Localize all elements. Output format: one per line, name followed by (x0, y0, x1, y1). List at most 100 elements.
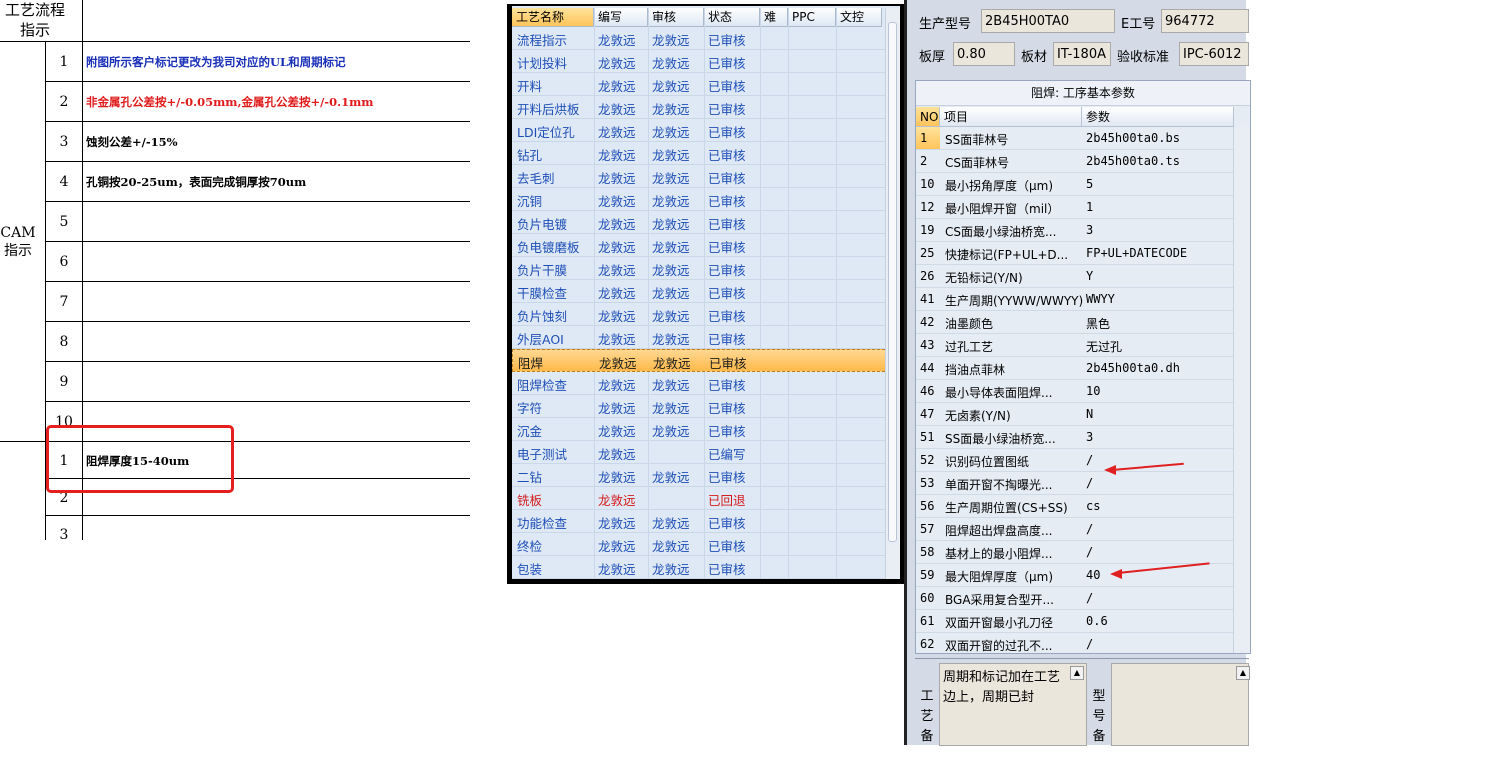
process-name: 铣板 (517, 493, 543, 508)
params-col-item[interactable]: 项目 (940, 107, 1082, 127)
model-note-textarea[interactable]: ▲ (1111, 663, 1250, 746)
process-row[interactable]: 负电镀磨板 龙敦远 龙敦远 已审核 (512, 234, 890, 257)
process-row[interactable]: 负片电镀 龙敦远 龙敦远 已审核 (512, 211, 890, 234)
param-item: 挡油点菲林 (945, 363, 1006, 377)
notes-area: 工 艺 备 周期和标记加在工艺边上，周期已封 ▲ 型 号 备 ▲ (915, 658, 1250, 746)
params-col-value[interactable]: 参数 (1082, 107, 1234, 127)
process-note-textarea[interactable]: 周期和标记加在工艺边上，周期已封 ▲ (939, 663, 1087, 746)
process-writer: 龙敦远 (598, 102, 636, 117)
param-no: 19 (920, 223, 935, 237)
param-row[interactable]: 58 基材上的最小阻焊... / (916, 541, 1234, 564)
process-row[interactable]: 负片干膜 龙敦远 龙敦远 已审核 (512, 257, 890, 280)
param-row[interactable]: 25 快捷标记(FP+UL+D... FP+UL+DATECODE (916, 242, 1234, 265)
param-row[interactable]: 59 最大阻焊厚度（μm) 40 (916, 564, 1234, 587)
process-reviewer: 龙敦远 (652, 240, 690, 255)
sheet-row-number: 8 (59, 334, 69, 350)
param-row[interactable]: 56 生产周期位置(CS+SS) cs (916, 495, 1234, 518)
param-item: 双面开窗的过孔不... (945, 639, 1053, 653)
process-col-header[interactable]: 审核 (648, 8, 704, 27)
param-row[interactable]: 26 无铅标记(Y/N) Y (916, 265, 1234, 288)
process-row[interactable]: 负片蚀刻 龙敦远 龙敦远 已审核 (512, 303, 890, 326)
param-row[interactable]: 12 最小阻焊开窗（mil） 1 (916, 196, 1234, 219)
process-row[interactable]: 流程指示 龙敦远 龙敦远 已审核 (512, 27, 890, 50)
param-row[interactable]: 10 最小拐角厚度（μm) 5 (916, 173, 1234, 196)
process-row[interactable]: 沉铜 龙敦远 龙敦远 已审核 (512, 188, 890, 211)
process-col-header[interactable]: 工艺名称 (512, 8, 594, 27)
process-col-header[interactable]: 状态 (704, 8, 760, 27)
process-row[interactable]: 阻焊检查 龙敦远 龙敦远 已审核 (512, 372, 890, 395)
process-row[interactable]: LDI定位孔 龙敦远 龙敦远 已审核 (512, 119, 890, 142)
process-row[interactable]: 字符 龙敦远 龙敦远 已审核 (512, 395, 890, 418)
param-row[interactable]: 57 阻焊超出焊盘高度... / (916, 518, 1234, 541)
params-grid-scrollbar[interactable] (1233, 127, 1250, 653)
param-row[interactable]: 47 无卤素(Y/N) N (916, 403, 1234, 426)
param-row[interactable]: 2 CS面菲林号 2b45h00ta0.ts (916, 150, 1234, 173)
process-writer: 龙敦远 (598, 401, 636, 416)
process-status: 已审核 (708, 424, 746, 439)
process-col-header[interactable]: 难 (760, 8, 788, 27)
standard-field[interactable]: IPC-6012 (1179, 42, 1249, 66)
process-row[interactable]: 去毛刺 龙敦远 龙敦远 已审核 (512, 165, 890, 188)
process-row[interactable]: 钻孔 龙敦远 龙敦远 已审核 (512, 142, 890, 165)
process-row[interactable]: 计划投料 龙敦远 龙敦远 已审核 (512, 50, 890, 73)
process-row[interactable]: 干膜检查 龙敦远 龙敦远 已审核 (512, 280, 890, 303)
params-col-no[interactable]: NO (916, 107, 940, 127)
process-writer: 龙敦远 (598, 493, 636, 508)
scrollbar-thumb[interactable] (888, 22, 897, 542)
process-row[interactable]: 沉金 龙敦远 龙敦远 已审核 (512, 418, 890, 441)
param-row[interactable]: 46 最小导体表面阻焊... 10 (916, 380, 1234, 403)
process-col-header[interactable]: 文控 (836, 8, 882, 27)
process-status: 已审核 (708, 79, 746, 94)
param-row[interactable]: 44 挡油点菲林 2b45h00ta0.dh (916, 357, 1234, 380)
param-row[interactable]: 41 生产周期(YYWW/WWYY) WWYY (916, 288, 1234, 311)
param-item: 双面开窗最小孔刀径 (945, 616, 1054, 630)
process-row[interactable]: 开料后烘板 龙敦远 龙敦远 已审核 (512, 96, 890, 119)
param-row[interactable]: 52 识别码位置图纸 / (916, 449, 1234, 472)
process-writer: 龙敦远 (598, 286, 636, 301)
param-row[interactable]: 51 SS面最小绿油桥宽... 3 (916, 426, 1234, 449)
param-no: 2 (920, 154, 928, 168)
param-row[interactable]: 1 SS面菲林号 2b45h00ta0.bs (916, 127, 1234, 150)
process-writer: 龙敦远 (598, 424, 636, 439)
standard-label: 验收标准 (1117, 50, 1170, 65)
process-row[interactable]: 功能检查 龙敦远 龙敦远 已审核 (512, 510, 890, 533)
process-row[interactable]: 阻焊 龙敦远 龙敦远 已审核 (512, 349, 890, 372)
param-row[interactable]: 43 过孔工艺 无过孔 (916, 334, 1234, 357)
process-note-text: 周期和标记加在工艺边上，周期已封 (943, 670, 1061, 705)
scroll-up-icon[interactable]: ▲ (1070, 666, 1084, 680)
process-col-header[interactable]: PPC (788, 8, 836, 27)
param-row[interactable]: 42 油墨颜色 黑色 (916, 311, 1234, 334)
param-row[interactable]: 53 单面开窗不掏曝光... / (916, 472, 1234, 495)
thickness-field[interactable]: 0.80 (953, 42, 1015, 66)
process-grid-scrollbar[interactable] (885, 8, 900, 579)
param-row[interactable]: 19 CS面最小绿油桥宽... 3 (916, 219, 1234, 242)
process-writer: 龙敦远 (598, 148, 636, 163)
param-row[interactable]: 60 BGA采用复合型开... / (916, 587, 1234, 610)
process-row[interactable]: 包装 龙敦远 龙敦远 已审核 (512, 556, 890, 579)
scroll-up-icon[interactable]: ▲ (1236, 666, 1250, 680)
process-row[interactable]: 电子测试 龙敦远 已编写 (512, 441, 890, 464)
material-field[interactable]: IT-180A (1053, 42, 1111, 66)
model-field[interactable]: 2B45H00TA0 (981, 9, 1115, 33)
process-row[interactable]: 铣板 龙敦远 已回退 (512, 487, 890, 510)
process-col-header[interactable]: 编写 (594, 8, 648, 27)
param-item: 无铅标记(Y/N) (945, 271, 1023, 285)
process-grid[interactable]: 工艺名称 编写 审核 状态难 PPC 文控 流程指示 龙敦远 龙敦远 已审核 计划投料 龙敦远 龙敦远… (512, 6, 900, 579)
process-name: 干膜检查 (517, 286, 568, 301)
process-row[interactable]: 开料 龙敦远 龙敦远 已审核 (512, 73, 890, 96)
process-reviewer: 龙敦远 (652, 171, 690, 186)
process-row[interactable]: 终检 龙敦远 龙敦远 已审核 (512, 533, 890, 556)
param-item: CS面最小绿油桥宽... (945, 225, 1057, 239)
process-row[interactable]: 外层AOI 龙敦远 龙敦远 已审核 (512, 326, 890, 349)
param-row[interactable]: 62 双面开窗的过孔不... / (916, 633, 1234, 653)
param-no: 43 (920, 338, 935, 352)
param-row[interactable]: 61 双面开窗最小孔刀径 0.6 (916, 610, 1234, 633)
param-no: 51 (920, 430, 935, 444)
grid-line (46, 201, 470, 202)
process-writer: 龙敦远 (599, 356, 637, 371)
params-grid[interactable]: 阻焊: 工序基本参数 NO 项目 参数 1 SS面菲林号 2b45h00ta0.bs… (915, 80, 1251, 654)
process-row[interactable]: 二钻 龙敦远 龙敦远 已审核 (512, 464, 890, 487)
process-writer: 龙敦远 (598, 217, 636, 232)
param-no: 25 (920, 246, 935, 260)
eng-no-field[interactable]: 964772 (1161, 9, 1249, 33)
